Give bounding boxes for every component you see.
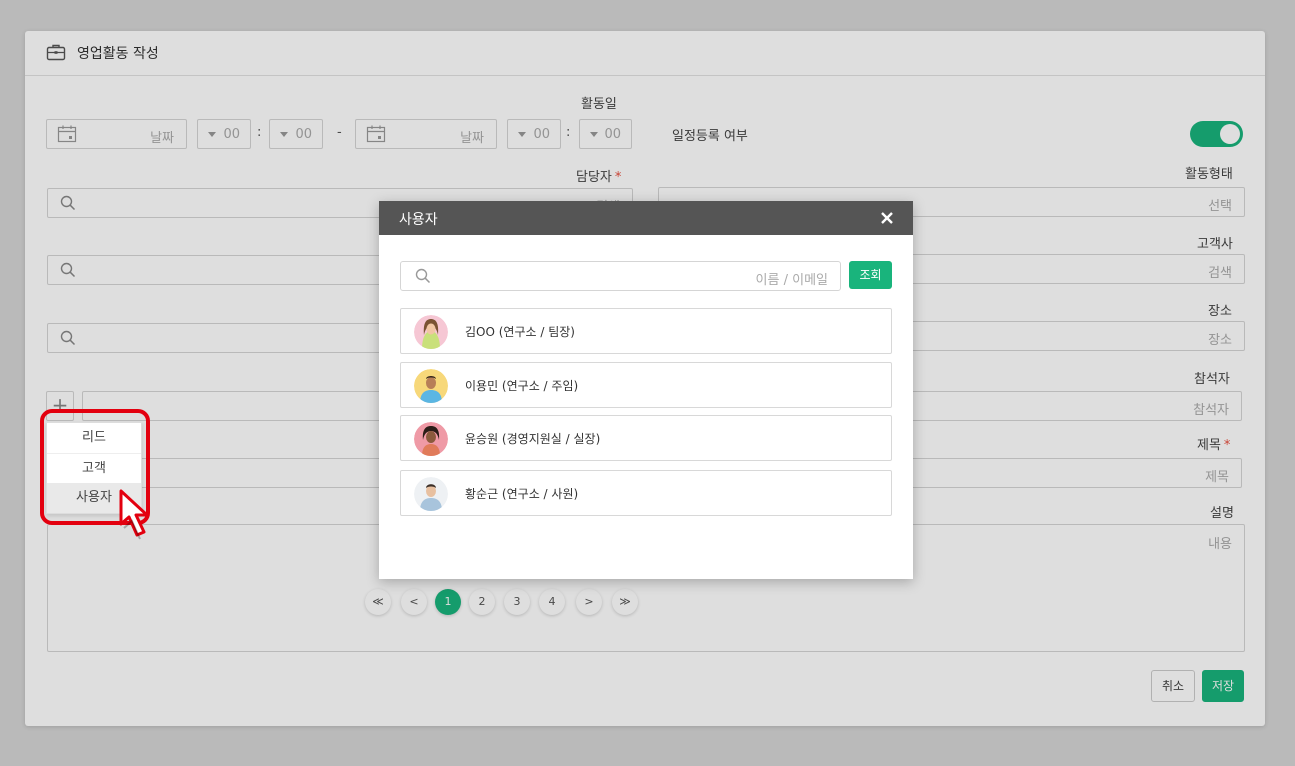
avatar (414, 369, 448, 403)
user-name: 이용민 (연구소 / 주임) (465, 379, 579, 393)
user-name: 황순근 (연구소 / 사원) (465, 487, 579, 501)
pointer-cursor-icon (119, 489, 149, 540)
search-button[interactable]: 조회 (849, 261, 892, 289)
user-search-input[interactable]: 이름 / 이메일 (400, 261, 841, 291)
user-list-item[interactable]: 황순근 (연구소 / 사원) (400, 470, 892, 516)
avatar (414, 422, 448, 456)
user-list-item[interactable]: 윤승원 (경영지원실 / 실장) (400, 415, 892, 461)
user-list-item[interactable]: 김OO (연구소 / 팀장) (400, 308, 892, 354)
avatar (414, 477, 448, 511)
user-search-placeholder: 이름 / 이메일 (755, 273, 828, 288)
user-list-item[interactable]: 이용민 (연구소 / 주임) (400, 362, 892, 408)
modal-title: 사용자 (399, 212, 438, 228)
search-icon (415, 268, 431, 284)
user-name: 김OO (연구소 / 팀장) (465, 325, 575, 339)
close-icon[interactable] (877, 208, 897, 228)
modal-header: 사용자 (379, 201, 913, 235)
user-picker-modal: 사용자 이름 / 이메일 조회 김OO (연구소 / 팀장) 이용민 (연구소 … (379, 201, 913, 579)
user-name: 윤승원 (경영지원실 / 실장) (465, 432, 601, 446)
avatar (414, 315, 448, 349)
